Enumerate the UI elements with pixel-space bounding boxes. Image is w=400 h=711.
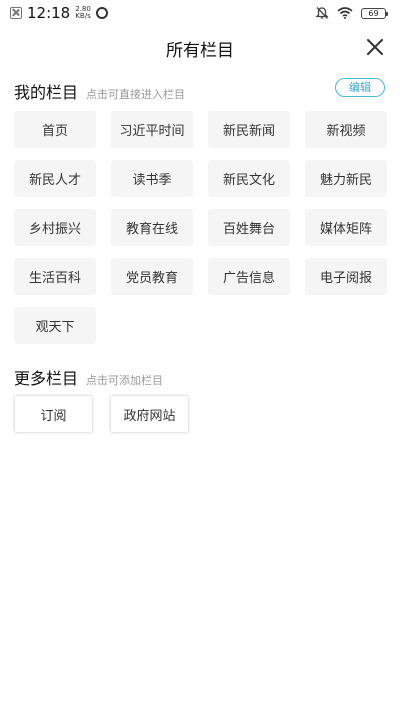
status-time: 12:18 — [27, 4, 71, 22]
column-chip[interactable]: 新视频 — [305, 111, 387, 148]
close-button[interactable] — [364, 36, 386, 58]
notification-close-icon — [10, 7, 22, 19]
column-chip[interactable]: 教育在线 — [111, 209, 193, 246]
battery-icon: 69 — [361, 7, 388, 19]
add-column-chip[interactable]: 订阅 — [15, 396, 92, 432]
my-columns-grid: 首页 习近平时间 新民新闻 新视频新民人才 读书季 新民文化 魅力新民乡村振兴 教育在线 百姓舞… — [14, 111, 387, 344]
wifi-icon — [337, 7, 353, 19]
my-columns-title: 我的栏目 — [14, 83, 79, 102]
my-columns-hint: 点击可直接进入栏目 — [86, 88, 186, 101]
column-chip[interactable]: 广告信息 — [208, 258, 290, 295]
page-header: 所有栏目 — [0, 30, 400, 64]
network-speed: 2.80 KB/s — [75, 6, 91, 20]
battery-level: 69 — [368, 8, 379, 18]
column-chip[interactable]: 魅力新民 — [305, 160, 387, 197]
more-columns-header: 更多栏目 点击可添加栏目 — [14, 365, 163, 389]
add-column-chip[interactable]: 政府网站 — [111, 396, 188, 432]
my-columns-header: 我的栏目 点击可直接进入栏目 — [14, 79, 185, 103]
column-chip[interactable]: 生活百科 — [14, 258, 96, 295]
column-chip[interactable]: 党员教育 — [111, 258, 193, 295]
app-notification-icon — [95, 7, 108, 19]
more-columns-hint: 点击可添加栏目 — [86, 374, 164, 387]
column-chip[interactable]: 首页 — [14, 111, 96, 148]
mute-icon — [315, 7, 329, 19]
page-title: 所有栏目 — [166, 41, 234, 61]
status-bar: 12:18 2.80 KB/s 69 — [0, 0, 400, 26]
column-chip[interactable]: 新民文化 — [208, 160, 290, 197]
column-chip[interactable]: 媒体矩阵 — [305, 209, 387, 246]
column-chip[interactable]: 乡村振兴 — [14, 209, 96, 246]
network-speed-unit: KB/s — [75, 12, 91, 20]
close-icon — [367, 39, 383, 55]
more-columns-grid: 订阅 政府网站 — [15, 396, 188, 432]
column-chip[interactable]: 电子阅报 — [305, 258, 387, 295]
column-chip[interactable]: 百姓舞台 — [208, 209, 290, 246]
more-columns-title: 更多栏目 — [14, 369, 79, 388]
column-chip[interactable]: 读书季 — [111, 160, 193, 197]
column-chip[interactable]: 新民新闻 — [208, 111, 290, 148]
column-chip[interactable]: 习近平时间 — [111, 111, 193, 148]
edit-button[interactable]: 编辑 — [335, 78, 385, 97]
column-chip[interactable]: 新民人才 — [14, 160, 96, 197]
column-chip[interactable]: 观天下 — [14, 307, 96, 344]
